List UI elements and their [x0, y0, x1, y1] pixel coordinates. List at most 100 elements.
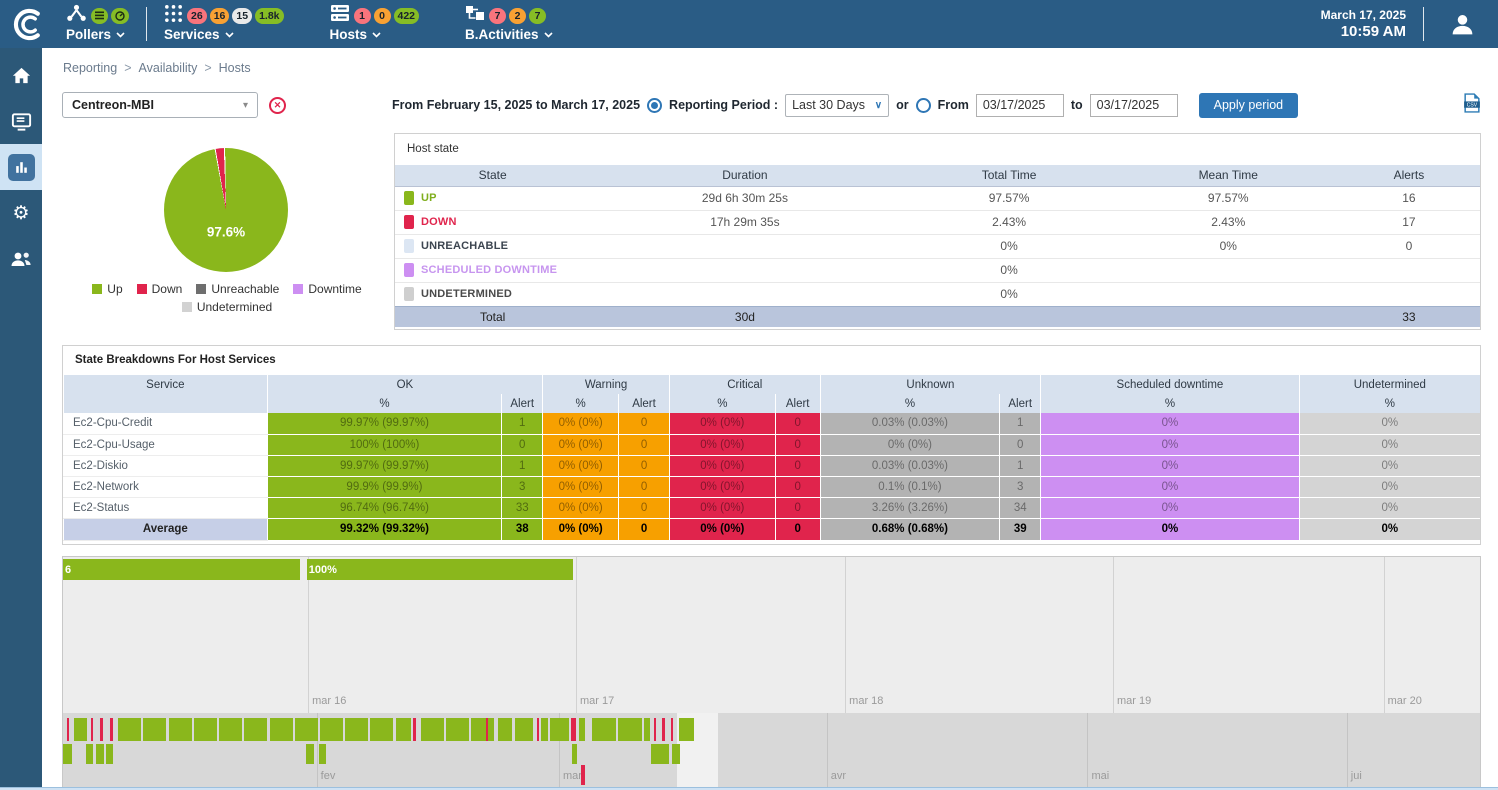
mean-time-cell: 97.57% [1119, 186, 1338, 210]
total-cell [1119, 306, 1338, 327]
to-date-input[interactable] [1090, 94, 1178, 117]
custom-range-radio[interactable] [916, 98, 931, 113]
hosts-icon [330, 4, 350, 27]
total-time-cell: 0% [900, 282, 1119, 306]
state-breakdowns-table: ServiceOKWarningCriticalUnknownScheduled… [63, 375, 1480, 541]
mean-time-cell [1119, 258, 1338, 282]
timeline-up-segment [446, 718, 469, 741]
timeline-up-segment [579, 718, 585, 741]
reporting-period-radio[interactable] [647, 98, 662, 113]
alerts-cell: 17 [1338, 210, 1480, 234]
timeline-navigator[interactable]: fevmaravrmaijui [63, 713, 1480, 787]
timeline-down-segment [413, 718, 416, 741]
state-color-swatch [404, 239, 414, 253]
total-time-cell: 97.57% [900, 186, 1119, 210]
duration-cell: 17h 29m 35s [590, 210, 899, 234]
total-time-cell: 0% [900, 234, 1119, 258]
host-state-row: SCHEDULED DOWNTIME0% [395, 258, 1480, 282]
csv-export-button[interactable]: CSV [1464, 93, 1480, 118]
sub-header: Alert [619, 394, 670, 413]
critical-alert-cell: 0 [775, 455, 820, 476]
apply-period-button[interactable]: Apply period [1199, 93, 1299, 118]
menu-bactivities[interactable]: 727 B.Activities [465, 6, 553, 42]
clear-selection-icon[interactable]: ✕ [269, 97, 286, 114]
service-name-cell: Average [64, 518, 268, 540]
timeline-up-segment [118, 718, 141, 741]
status-badge: 7 [489, 8, 506, 24]
bar-chart-icon [13, 159, 30, 176]
group-header: Warning [543, 375, 670, 394]
service-name-cell: Ec2-Status [64, 497, 268, 518]
pollers-icon [66, 4, 87, 27]
status-badge: 422 [394, 8, 420, 24]
day-gridline [845, 557, 846, 713]
warning-alert-cell: 0 [619, 497, 670, 518]
ok-pct-cell: 99.32% (99.32%) [267, 518, 502, 540]
day-gridline [576, 557, 577, 713]
ok-pct-cell: 99.97% (99.97%) [267, 455, 502, 476]
total-cell: Total [395, 306, 590, 327]
host-select[interactable]: Centreon-MBI ▾ [62, 92, 258, 118]
period-select[interactable]: Last 30 Days ∨ [785, 94, 889, 117]
breadcrumb-availability[interactable]: Availability [139, 61, 198, 75]
unknown-pct-cell: 3.26% (3.26%) [820, 497, 1000, 518]
date-range-label: From February 15, 2025 to March 17, 2025 [392, 98, 640, 112]
bactivities-label: B.Activities [465, 27, 539, 42]
topbar-right: March 17, 2025 10:59 AM [1321, 7, 1484, 41]
month-gridline [1347, 713, 1348, 787]
chevron-down-icon [544, 32, 553, 38]
warning-pct-cell: 0% (0%) [543, 518, 619, 540]
host-state-row: UNDETERMINED 0% [395, 282, 1480, 306]
state-label: UNDETERMINED [421, 288, 512, 300]
sidebar-item-monitoring[interactable] [0, 98, 42, 144]
month-gridline [1087, 713, 1088, 787]
timeline-up-segment [270, 718, 293, 741]
menu-hosts[interactable]: 10422 Hosts [330, 6, 420, 42]
from-date-input[interactable] [976, 94, 1064, 117]
unknown-alert-cell: 39 [1000, 518, 1041, 540]
timeline-up-segment [651, 744, 669, 764]
service-name-cell: Ec2-Diskio [64, 455, 268, 476]
sidebar-item-reporting[interactable] [0, 144, 42, 190]
undetermined-pct-cell: 0% [1299, 518, 1480, 540]
critical-alert-cell: 0 [775, 497, 820, 518]
host-state-title: Host state [395, 134, 1480, 165]
breakdown-row: Ec2-Diskio99.97% (99.97%)10% (0%)00% (0%… [64, 455, 1481, 476]
business-activities-icon [465, 4, 485, 27]
centreon-logo[interactable] [6, 7, 50, 42]
critical-pct-cell: 0% (0%) [669, 455, 775, 476]
group-header [64, 394, 268, 413]
warning-pct-cell: 0% (0%) [543, 455, 619, 476]
legend-label: Up [107, 282, 122, 296]
ok-alert-cell: 3 [502, 476, 543, 497]
sidebar-item-home[interactable] [0, 52, 42, 98]
from-label: From [938, 98, 969, 112]
scheduled-pct-cell: 0% [1041, 434, 1300, 455]
service-name-cell: Ec2-Network [64, 476, 268, 497]
state-label: UNREACHABLE [421, 240, 508, 252]
legend-swatch [92, 284, 102, 294]
duration-cell [590, 282, 899, 306]
breadcrumb-reporting[interactable]: Reporting [63, 61, 117, 75]
unknown-pct-cell: 0.03% (0.03%) [820, 455, 1000, 476]
state-color-swatch [404, 191, 414, 205]
breadcrumb-hosts[interactable]: Hosts [219, 61, 251, 75]
breakdown-row: Ec2-Network99.9% (99.9%)30% (0%)00% (0%)… [64, 476, 1481, 497]
timeline-up-segment [618, 718, 642, 741]
user-menu[interactable] [1441, 9, 1484, 40]
menu-pollers[interactable]: Pollers [66, 6, 129, 42]
total-time-cell: 0% [900, 258, 1119, 282]
legend-item: Down [137, 282, 183, 296]
timeline-down-segment [537, 718, 540, 741]
centreon-app: Pollers 2616151.8k Services [0, 0, 1498, 790]
unknown-alert-cell: 0 [1000, 434, 1041, 455]
legend-item: Unreachable [196, 282, 279, 296]
menu-services[interactable]: 2616151.8k Services [164, 6, 284, 42]
column-header: Duration [590, 165, 899, 186]
period-controls: From February 15, 2025 to March 17, 2025… [392, 91, 1298, 119]
sidebar-item-configuration[interactable]: ⚙ [0, 190, 42, 236]
legend-label: Undetermined [197, 300, 272, 314]
sidebar-item-administration[interactable] [0, 236, 42, 282]
undetermined-pct-cell: 0% [1299, 455, 1480, 476]
undetermined-pct-cell: 0% [1299, 497, 1480, 518]
